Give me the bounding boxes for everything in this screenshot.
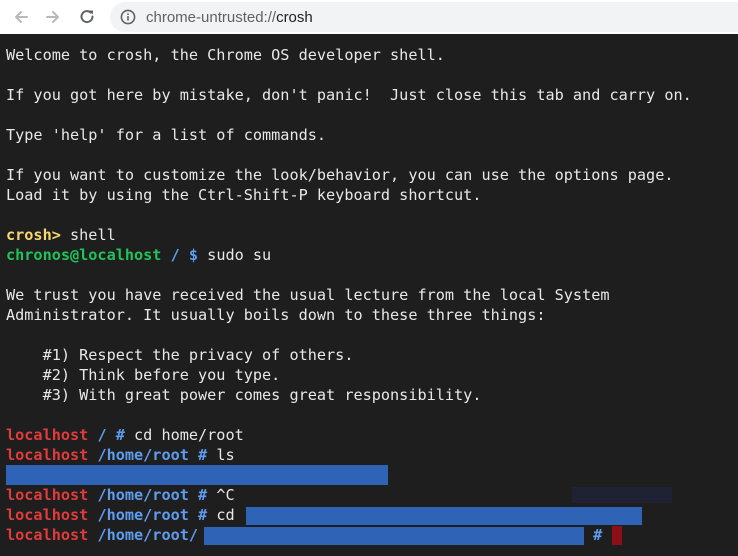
lecture-line-1: We trust you have received the usual lec… <box>6 286 610 304</box>
terminal[interactable]: Welcome to crosh, the Chrome OS develope… <box>0 35 738 556</box>
back-button[interactable] <box>8 4 34 30</box>
root-prompt-line-ls: localhost /home/root # ls <box>6 445 235 465</box>
customize-line-2: Load it by using the Ctrl-Shift-P keyboa… <box>6 186 482 204</box>
rule-line-1: #1) Respect the privacy of others. <box>6 346 354 364</box>
home-root-sub-path: /home/root/ <box>88 526 199 544</box>
host-label: localhost <box>6 526 89 544</box>
host-label: localhost <box>6 486 89 504</box>
redacted-path <box>204 527 584 545</box>
browser-toolbar: chrome-untrusted://crosh <box>0 0 738 34</box>
root-prompt-line-cd: localhost /home/root # cd <box>6 505 235 525</box>
current-prompt-hash: # <box>584 525 602 545</box>
url-text: chrome-untrusted://crosh <box>146 9 313 26</box>
home-root-path: /home/root # <box>88 506 208 524</box>
root-prompt-line-cd-home: localhost / # cd home/root <box>6 425 244 445</box>
command-cd: cd <box>207 506 235 524</box>
command-cd-home: cd home/root <box>124 426 244 444</box>
url-host: crosh <box>276 8 313 26</box>
prompt-hash: # <box>584 526 603 544</box>
command-ctrl-c: ^C <box>207 486 235 504</box>
chronos-path: / $ <box>161 246 199 264</box>
chronos-command: sudo su <box>198 246 272 264</box>
redacted-cd-argument <box>246 507 642 525</box>
faint-overlay <box>572 487 672 503</box>
lecture-line-2: Administrator. It usually boils down to … <box>6 306 546 324</box>
root-prompt-line-ctrl-c: localhost /home/root # ^C <box>6 485 235 505</box>
rule-line-2: #2) Think before you type. <box>6 366 281 384</box>
rule-line-3: #3) With great power comes great respons… <box>6 386 482 404</box>
reload-icon <box>80 10 94 24</box>
chronos-prompt-line: chronos@localhost / $ sudo su <box>6 245 271 265</box>
forward-button[interactable] <box>40 4 66 30</box>
address-bar[interactable]: chrome-untrusted://crosh <box>110 2 738 32</box>
home-root-path: /home/root # <box>88 486 208 504</box>
crosh-prompt-line: crosh> shell <box>6 225 116 245</box>
host-label: localhost <box>6 506 89 524</box>
terminal-cursor <box>612 526 622 545</box>
root-path: / # <box>88 426 125 444</box>
host-label: localhost <box>6 446 89 464</box>
reload-button[interactable] <box>74 4 100 30</box>
info-icon[interactable] <box>120 9 136 25</box>
welcome-line: Welcome to crosh, the Chrome OS develope… <box>6 46 445 64</box>
root-prompt-line-current: localhost /home/root/ <box>6 525 198 545</box>
customize-line-1: If you want to customize the look/behavi… <box>6 166 674 184</box>
arrow-left-icon <box>15 11 28 23</box>
arrow-right-icon <box>46 11 59 23</box>
crosh-command: shell <box>60 226 116 244</box>
chronos-user: chronos@localhost <box>6 246 162 264</box>
home-root-path: /home/root # <box>88 446 208 464</box>
host-label: localhost <box>6 426 89 444</box>
command-ls: ls <box>207 446 235 464</box>
redacted-ls-output <box>6 465 388 485</box>
mistake-line: If you got here by mistake, don't panic!… <box>6 86 692 104</box>
help-line: Type 'help' for a list of commands. <box>6 126 327 144</box>
crosh-prompt: crosh> <box>6 226 61 244</box>
url-scheme: chrome-untrusted:// <box>146 8 277 26</box>
